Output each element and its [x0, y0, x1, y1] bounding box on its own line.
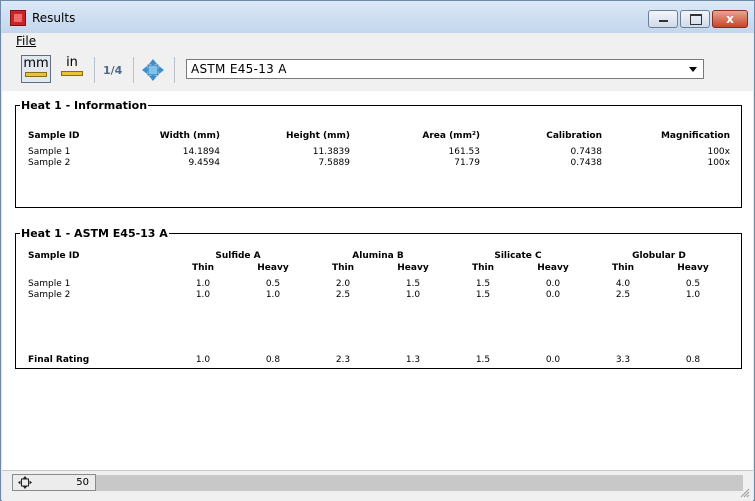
maximize-button[interactable]	[680, 10, 710, 28]
rating-row-1-value: 1.0	[195, 279, 211, 289]
rating-group-alumina: Alumina B	[352, 251, 404, 261]
rating-sub-thin: Thin	[191, 263, 215, 273]
info-col-magnification: Magnification	[660, 131, 730, 141]
info-group: Heat 1 - Information Sample ID Width (mm…	[15, 99, 742, 208]
rating-group-sulfide: Sulfide A	[215, 251, 261, 261]
rating-sub-heavy: Heavy	[397, 263, 429, 273]
info-row-2-magnification: 100x	[707, 158, 730, 168]
rating-row-1-sample: Sample 1	[28, 279, 71, 289]
menu-file[interactable]: File	[16, 34, 36, 48]
rating-group: Heat 1 - ASTM E45-13 A Sample ID Sulfide…	[15, 227, 742, 369]
window-title: Results	[32, 11, 76, 25]
move-arrows-icon[interactable]	[142, 59, 164, 81]
status-bar: 50	[2, 470, 753, 501]
info-row-1-area: 161.53	[448, 147, 481, 157]
info-col-calibration: Calibration	[546, 131, 602, 141]
rating-col-sample-id: Sample ID	[28, 251, 80, 261]
toolbar: mm in 1/4 ASTM E45-13 A	[2, 49, 753, 91]
info-legend: Heat 1 - Information	[21, 99, 148, 112]
rating-row-1-value: 4.0	[615, 279, 631, 289]
info-col-sample-id: Sample ID	[28, 131, 80, 141]
results-window: Results x File mm in 1/4 ASTM E45-13 A H…	[0, 0, 755, 501]
info-row-2-area: 71.79	[454, 158, 480, 168]
zoom-control[interactable]: 50	[12, 474, 96, 491]
rating-sub-thin: Thin	[331, 263, 355, 273]
info-col-area: Area (mm²)	[422, 131, 480, 141]
rating-row-2-sample: Sample 2	[28, 290, 71, 300]
info-row-2-width: 9.4594	[188, 158, 221, 168]
unit-mm-button[interactable]: mm	[21, 55, 51, 83]
final-rating-value: 2.3	[335, 355, 351, 365]
standard-select-value: ASTM E45-13 A	[191, 62, 287, 76]
title-bar[interactable]: Results x	[1, 1, 754, 33]
info-row-2-calibration: 0.7438	[570, 158, 603, 168]
rating-row-2-value: 1.5	[475, 290, 491, 300]
final-rating-value: 1.5	[475, 355, 491, 365]
final-rating-value: 0.8	[685, 355, 701, 365]
rating-sub-thin: Thin	[471, 263, 495, 273]
final-rating-label: Final Rating	[28, 355, 90, 365]
toolbar-separator	[174, 57, 175, 83]
info-row-1-height: 11.3839	[312, 147, 350, 157]
rating-group-silicate: Silicate C	[494, 251, 542, 261]
minimize-button[interactable]	[648, 10, 678, 28]
toolbar-separator	[133, 57, 134, 83]
final-rating-value: 1.0	[195, 355, 211, 365]
close-button[interactable]: x	[712, 10, 748, 28]
unit-mm-label: mm	[23, 56, 49, 71]
toolbar-separator	[94, 57, 95, 83]
standard-select[interactable]: ASTM E45-13 A	[186, 59, 704, 79]
info-row-1-calibration: 0.7438	[570, 147, 603, 157]
info-row-1-magnification: 100x	[707, 147, 730, 157]
results-content: Heat 1 - Information Sample ID Width (mm…	[2, 91, 753, 470]
rating-row-2-value: 0.0	[545, 290, 561, 300]
rating-row-2-value: 2.5	[335, 290, 351, 300]
rating-row-2-value: 1.0	[265, 290, 281, 300]
rating-sub-thin: Thin	[611, 263, 635, 273]
rating-row-2-value: 1.0	[405, 290, 421, 300]
info-row-1-width: 14.1894	[182, 147, 220, 157]
rating-row-1-value: 1.5	[475, 279, 491, 289]
ruler-icon	[25, 72, 47, 77]
info-row-2-height: 7.5889	[318, 158, 351, 168]
unit-in-label: in	[66, 55, 78, 70]
ruler-icon	[61, 71, 83, 76]
final-rating-value: 3.3	[615, 355, 631, 365]
status-strip	[12, 475, 743, 491]
rating-group-globular: Globular D	[632, 251, 686, 261]
unit-in-button[interactable]: in	[57, 55, 87, 83]
app-icon	[10, 10, 26, 26]
rating-sub-heavy: Heavy	[677, 263, 709, 273]
final-rating-value: 0.8	[265, 355, 281, 365]
menu-bar: File	[2, 33, 753, 49]
info-col-width: Width (mm)	[159, 131, 220, 141]
info-row-2-sample: Sample 2	[28, 158, 71, 168]
close-icon: x	[726, 12, 734, 26]
rating-row-2-value: 2.5	[615, 290, 631, 300]
rating-sub-heavy: Heavy	[257, 263, 289, 273]
rating-row-1-value: 0.5	[265, 279, 281, 289]
info-row-1-sample: Sample 1	[28, 147, 71, 157]
resize-grip-icon[interactable]	[740, 488, 750, 498]
chevron-down-icon[interactable]	[689, 67, 697, 72]
rating-row-1-value: 1.5	[405, 279, 421, 289]
final-rating-value: 0.0	[545, 355, 561, 365]
zoom-value: 50	[76, 477, 89, 488]
rating-row-2-value: 1.0	[195, 290, 211, 300]
rating-row-1-value: 2.0	[335, 279, 351, 289]
rating-row-2-value: 1.0	[685, 290, 701, 300]
rating-legend: Heat 1 - ASTM E45-13 A	[21, 227, 168, 240]
zoom-fit-icon	[18, 476, 32, 489]
final-rating-value: 1.3	[405, 355, 421, 365]
rating-row-1-value: 0.5	[685, 279, 701, 289]
info-col-height: Height (mm)	[286, 131, 350, 141]
rating-row-1-value: 0.0	[545, 279, 561, 289]
rating-sub-heavy: Heavy	[537, 263, 569, 273]
page-indicator: 1/4	[103, 64, 123, 77]
